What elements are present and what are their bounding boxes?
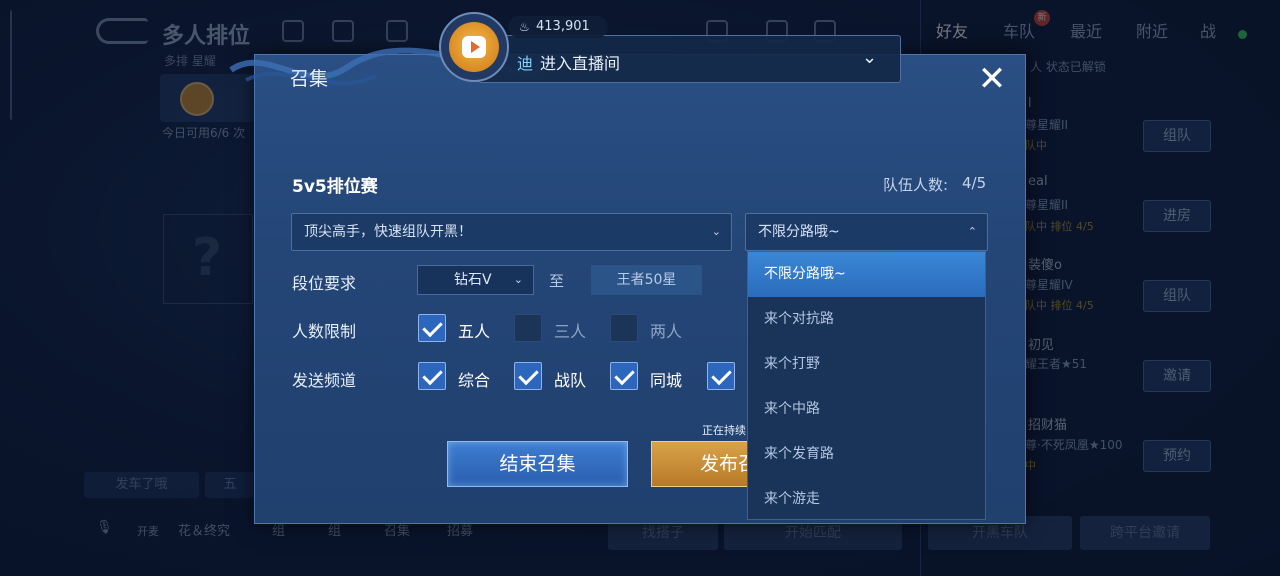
tab-battle[interactable]: 战	[1200, 18, 1216, 42]
close-icon[interactable]: ✕	[972, 60, 1012, 100]
available-count: 今日可用6/6 次	[162, 126, 246, 140]
friend-invite-button[interactable]: 邀请	[1143, 360, 1211, 392]
channel-city-checkbox[interactable]	[610, 362, 638, 390]
new-badge: 新	[1034, 10, 1050, 26]
rank-min-select[interactable]: 钻石V ⌄	[417, 265, 534, 295]
lane-select[interactable]: 不限分路哦~ ⌃	[745, 213, 988, 251]
friend-rank: 尊星耀II	[1025, 118, 1069, 132]
friend-reserve-button[interactable]: 预约	[1143, 440, 1211, 472]
friend-name: l	[1028, 96, 1032, 111]
chevron-down-icon: ⌄	[711, 225, 721, 238]
friend-status: 中	[1025, 459, 1036, 472]
channel-team-label: 战队	[554, 371, 587, 390]
cross-platform-invite-button[interactable]: 跨平台邀请	[1080, 516, 1210, 550]
send-channel-label: 发送频道	[292, 371, 357, 390]
channel-city-label: 同城	[650, 371, 683, 390]
tab-recent[interactable]: 最近	[1070, 18, 1102, 42]
chevron-down-icon: ⌄	[513, 273, 523, 286]
rank-requirement-label: 段位要求	[292, 274, 357, 293]
end-summon-button[interactable]: 结束召集	[447, 441, 628, 487]
team-count-value: 4/5	[962, 174, 987, 192]
lane-option-farm[interactable]: 来个发育路	[748, 432, 985, 477]
friend-status: 队中 排位 4/5	[1025, 299, 1094, 312]
lane-option-jungle[interactable]: 来个打野	[748, 342, 985, 387]
three-player-label: 三人	[554, 322, 587, 341]
player-avatar	[180, 82, 214, 116]
play-icon	[462, 36, 486, 58]
team-count-label: 队伍人数:	[883, 176, 949, 194]
two-player-checkbox[interactable]	[610, 314, 638, 342]
channel-general-label: 综合	[458, 371, 491, 390]
rank-max-value: 王者50星	[591, 265, 702, 295]
friend-invite-button[interactable]: 组队	[1143, 120, 1211, 152]
friend-rank: 尊星耀II	[1025, 198, 1069, 212]
fire-icon: ♨	[519, 20, 530, 34]
friend-name: 初见	[1028, 338, 1055, 353]
ongoing-note: 正在持续	[702, 424, 746, 437]
lane-value: 不限分路哦~	[758, 224, 840, 240]
five-player-label: 五人	[458, 322, 491, 341]
tab-nearby[interactable]: 附近	[1136, 18, 1168, 42]
mode-subtitle: 多排 星耀	[164, 54, 216, 68]
online-indicator	[1238, 30, 1247, 39]
shield-icon[interactable]	[332, 20, 354, 42]
slogan-select[interactable]: 顶尖高手，快速组队开黑！ ⌄	[291, 213, 732, 251]
mic-status: 开麦	[137, 525, 159, 538]
lane-dropdown: 不限分路哦~ 来个对抗路 来个打野 来个中路 来个发育路 来个游走	[747, 251, 986, 520]
friend-status: 队中	[1025, 139, 1047, 152]
lane-option-mid[interactable]: 来个中路	[748, 387, 985, 432]
chevron-down-icon[interactable]: ⌄	[862, 47, 877, 68]
lane-option-roam[interactable]: 来个游走	[748, 477, 985, 522]
tab-friends[interactable]: 好友	[936, 18, 968, 42]
publish-summon-button[interactable]: 发布召集	[651, 441, 751, 487]
size-limit-label: 人数限制	[292, 322, 357, 341]
side-edge-decoration	[10, 10, 14, 120]
question-icon: ?	[192, 228, 223, 288]
lane-option-clash[interactable]: 来个对抗路	[748, 297, 985, 342]
tab-team[interactable]: 车队	[1003, 18, 1035, 42]
mic-icon[interactable]: 🎙	[96, 520, 113, 535]
home-icon[interactable]	[282, 20, 304, 42]
channel-extra-checkbox[interactable]	[707, 362, 735, 390]
viewer-count: 413,901	[536, 19, 590, 34]
game-mode-title: 5v5排位赛	[292, 177, 378, 197]
two-player-label: 两人	[650, 322, 683, 341]
friend-join-button[interactable]: 进房	[1143, 200, 1211, 232]
friend-invite-button[interactable]: 组队	[1143, 280, 1211, 312]
friend-status: 队中 排位 4/5	[1025, 220, 1094, 233]
rank-min-value: 钻石V	[454, 272, 492, 288]
rank-to-label: 至	[549, 272, 565, 290]
friend-rank: 尊星耀IV	[1025, 278, 1073, 292]
channel-general-checkbox[interactable]	[418, 362, 446, 390]
lane-option-any[interactable]: 不限分路哦~	[748, 252, 985, 297]
five-player-checkbox[interactable]	[418, 314, 446, 342]
quick-message-button[interactable]: 发车了哦	[84, 472, 199, 498]
friend-name: eal	[1028, 174, 1048, 189]
back-button[interactable]	[96, 18, 148, 44]
friend-rank: 尊·不死凤凰★100	[1025, 438, 1123, 452]
enter-live-room[interactable]: 进入直播间	[540, 50, 620, 74]
chevron-up-icon: ⌃	[967, 225, 977, 238]
quick-message-button-2[interactable]: 五	[205, 472, 255, 498]
friend-name: 装傻o	[1028, 258, 1062, 273]
voice-member-label: 花＆终究	[178, 524, 231, 539]
streamer-name: 迪	[517, 54, 534, 73]
friend-rank: 耀王者★51	[1025, 357, 1088, 371]
friend-name: 招财猫	[1028, 418, 1068, 433]
dialog-title: 召集	[290, 68, 329, 90]
three-player-checkbox[interactable]	[514, 314, 542, 342]
slogan-value: 顶尖高手，快速组队开黑！	[304, 224, 472, 240]
unlock-status: 人 状态已解锁	[1030, 60, 1106, 74]
channel-team-checkbox[interactable]	[514, 362, 542, 390]
runner-icon[interactable]	[386, 20, 408, 42]
